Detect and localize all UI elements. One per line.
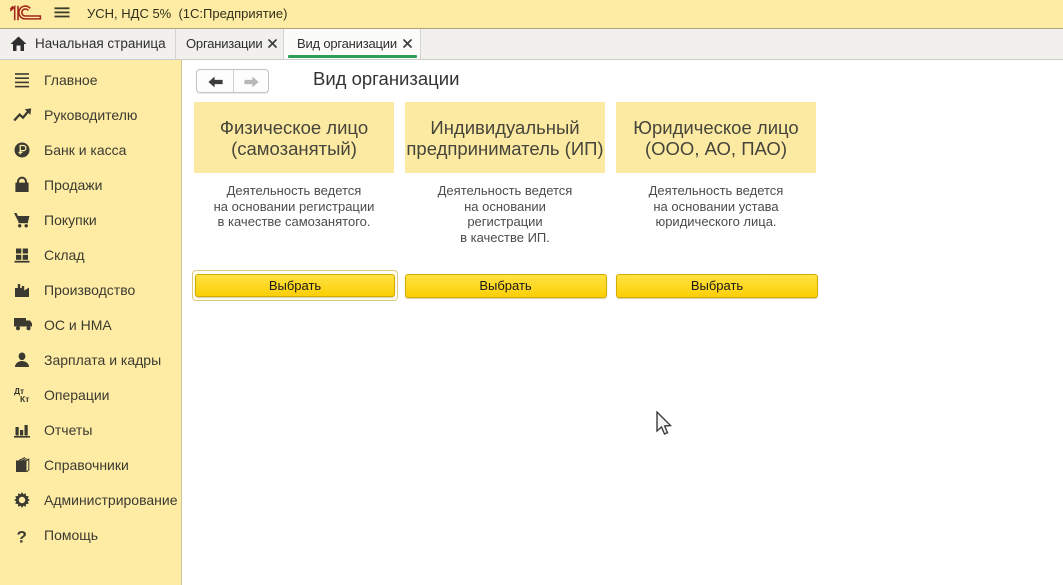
svg-text:?: ? (17, 527, 27, 546)
svg-text:Кт: Кт (20, 394, 29, 404)
